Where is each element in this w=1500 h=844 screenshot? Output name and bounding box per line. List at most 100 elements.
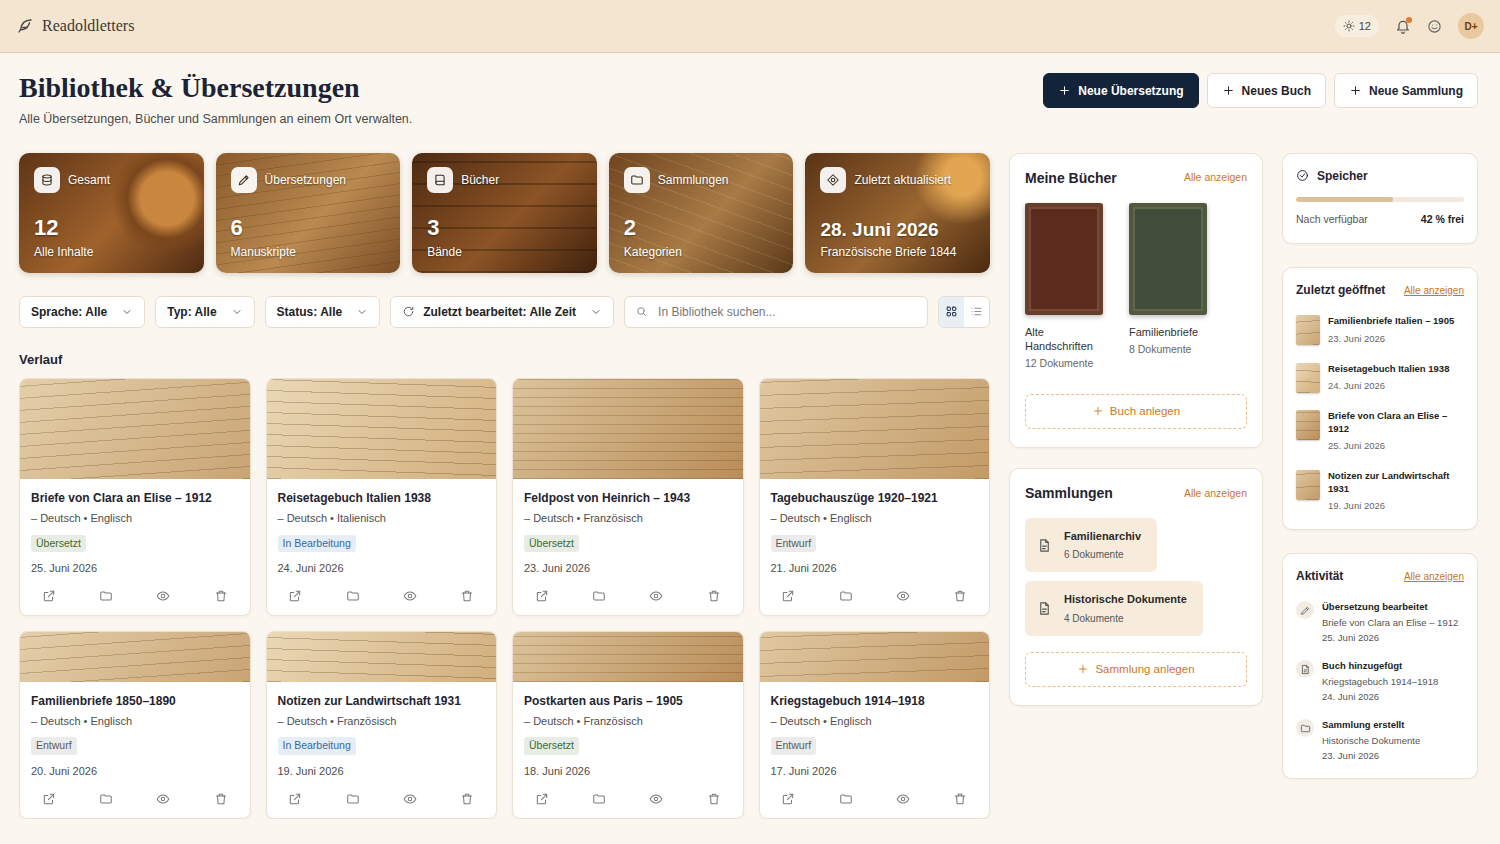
status-badge: Übersetzt xyxy=(31,535,86,553)
open-icon[interactable] xyxy=(781,589,795,603)
eye-icon[interactable] xyxy=(649,589,663,603)
refresh-icon xyxy=(402,305,415,318)
folder-icon[interactable] xyxy=(839,792,853,806)
book-item[interactable]: Familienbriefe8 Dokumente xyxy=(1129,203,1211,372)
collection-item[interactable]: Historische Dokumente4 Dokumente xyxy=(1025,581,1203,636)
open-icon[interactable] xyxy=(288,792,302,806)
book-item[interactable]: Alte Handschriften12 Dokumente xyxy=(1025,203,1107,372)
folder-icon[interactable] xyxy=(839,589,853,603)
eye-icon[interactable] xyxy=(156,792,170,806)
show-all-link[interactable]: Alle anzeigen xyxy=(1184,486,1247,502)
recent-item[interactable]: Reisetagebuch Italien 193824. Juni 2026 xyxy=(1296,363,1464,394)
credits-chip[interactable]: 12 xyxy=(1335,15,1379,38)
updated-icon xyxy=(826,173,840,187)
filter-dropdown[interactable]: Zuletzt bearbeitet: Alle Zeit xyxy=(390,296,614,328)
document-card[interactable]: Postkarten aus Paris – 1905– Deutsch • F… xyxy=(512,631,744,819)
folder-icon[interactable] xyxy=(99,792,113,806)
action-button[interactable]: Neue Übersetzung xyxy=(1043,73,1198,108)
recent-item[interactable]: Notizen zur Landwirtschaft 193119. Juni … xyxy=(1296,470,1464,513)
document-card[interactable]: Kriegstagebuch 1914–1918– Deutsch • Engl… xyxy=(759,631,991,819)
show-all-link[interactable]: Alle anzeigen xyxy=(1184,170,1247,186)
plus-icon xyxy=(1077,663,1089,675)
show-all-link[interactable]: Alle anzeigen xyxy=(1404,569,1464,584)
activity-list: Übersetzung bearbeitetBriefe von Clara a… xyxy=(1296,601,1464,762)
user-avatar[interactable]: D+ xyxy=(1458,13,1484,39)
eye-icon[interactable] xyxy=(649,792,663,806)
search-input[interactable] xyxy=(656,302,917,322)
sidebar-column: SpeicherNach verfügbar42 % freiZuletzt g… xyxy=(1282,153,1478,780)
folder-icon[interactable] xyxy=(99,589,113,603)
eye-icon[interactable] xyxy=(896,589,910,603)
document-card[interactable]: Familienbriefe 1850–1890– Deutsch • Engl… xyxy=(19,631,251,819)
eye-icon[interactable] xyxy=(896,792,910,806)
folder-icon[interactable] xyxy=(592,589,606,603)
eye-icon[interactable] xyxy=(403,589,417,603)
open-icon[interactable] xyxy=(288,589,302,603)
activity-title: Übersetzung bearbeitet xyxy=(1322,601,1458,613)
collection-item[interactable]: Familienarchiv6 Dokumente xyxy=(1025,518,1157,573)
action-button[interactable]: Neues Buch xyxy=(1207,73,1326,108)
collection-text: Familienarchiv6 Dokumente xyxy=(1064,528,1141,563)
collections-panel: SammlungenAlle anzeigenFamilienarchiv6 D… xyxy=(1009,468,1263,706)
open-icon[interactable] xyxy=(42,589,56,603)
stat-card[interactable]: Übersetzungen6Manuskripte xyxy=(216,153,401,273)
filter-dropdown[interactable]: Sprache: Alle xyxy=(19,296,145,328)
plus-icon xyxy=(1092,405,1104,417)
activity-item[interactable]: Buch hinzugefügtKriegstagebuch 1914–1918… xyxy=(1296,660,1464,703)
notifications-button[interactable] xyxy=(1395,18,1411,34)
filter-dropdown[interactable]: Typ: Alle xyxy=(155,296,254,328)
document-card[interactable]: Tagebuchauszüge 1920–1921– Deutsch • Eng… xyxy=(759,378,991,616)
folder-icon[interactable] xyxy=(346,589,360,603)
open-icon[interactable] xyxy=(535,589,549,603)
status-badge: Entwurf xyxy=(31,737,77,755)
open-icon[interactable] xyxy=(42,792,56,806)
add-book-button[interactable]: Buch anlegen xyxy=(1025,394,1247,429)
open-icon[interactable] xyxy=(781,792,795,806)
help-button[interactable] xyxy=(1427,19,1442,34)
document-card[interactable]: Notizen zur Landwirtschaft 1931– Deutsch… xyxy=(266,631,498,819)
recent-item[interactable]: Familienbriefe Italien – 190523. Juni 20… xyxy=(1296,315,1464,346)
document-actions xyxy=(513,780,743,818)
eye-icon[interactable] xyxy=(156,589,170,603)
trash-icon[interactable] xyxy=(953,792,967,806)
search-field[interactable] xyxy=(624,296,928,328)
activity-item[interactable]: Übersetzung bearbeitetBriefe von Clara a… xyxy=(1296,601,1464,644)
view-list-button[interactable] xyxy=(964,297,989,327)
document-card[interactable]: Reisetagebuch Italien 1938– Deutsch • It… xyxy=(266,378,498,616)
folder-icon[interactable] xyxy=(346,792,360,806)
action-button[interactable]: Neue Sammlung xyxy=(1334,73,1478,108)
storage-label: Nach verfügbar xyxy=(1296,212,1368,228)
trash-icon[interactable] xyxy=(460,792,474,806)
stat-card[interactable]: Bücher3Bände xyxy=(412,153,597,273)
trash-icon[interactable] xyxy=(707,792,721,806)
activity-item[interactable]: Sammlung erstelltHistorische Dokumente23… xyxy=(1296,719,1464,762)
document-card[interactable]: Briefe von Clara an Elise – 1912– Deutsc… xyxy=(19,378,251,616)
stat-card[interactable]: Zuletzt aktualisiert28. Juni 2026Französ… xyxy=(805,153,990,273)
feather-icon xyxy=(16,17,34,35)
activity-subject: Historische Dokumente xyxy=(1322,735,1420,747)
stat-label: Gesamt xyxy=(68,171,110,189)
open-icon[interactable] xyxy=(535,792,549,806)
filter-content: Status: Alle xyxy=(277,303,343,321)
eye-icon[interactable] xyxy=(403,792,417,806)
stat-card[interactable]: Gesamt 12Alle Inhalte xyxy=(19,153,204,273)
document-date: 23. Juni 2026 xyxy=(524,560,732,577)
trash-icon[interactable] xyxy=(214,589,228,603)
folder-icon[interactable] xyxy=(592,792,606,806)
trash-icon[interactable] xyxy=(707,589,721,603)
trash-icon[interactable] xyxy=(460,589,474,603)
recent-item[interactable]: Briefe von Clara an Elise – 191225. Juni… xyxy=(1296,410,1464,453)
view-grid-button[interactable] xyxy=(939,297,964,327)
trash-icon[interactable] xyxy=(953,589,967,603)
filter-dropdown[interactable]: Status: Alle xyxy=(265,296,381,328)
brand[interactable]: Readoldletters xyxy=(16,14,134,38)
trash-icon[interactable] xyxy=(214,792,228,806)
stat-body: 12Alle Inhalte xyxy=(34,215,190,260)
add-collection-button[interactable]: Sammlung anlegen xyxy=(1025,652,1247,687)
stat-card[interactable]: Sammlungen2Kategorien xyxy=(609,153,794,273)
book-cover xyxy=(1129,203,1207,315)
show-all-link[interactable]: Alle anzeigen xyxy=(1404,283,1464,298)
document-card[interactable]: Feldpost von Heinrich – 1943– Deutsch • … xyxy=(512,378,744,616)
document-title: Familienbriefe 1850–1890 xyxy=(31,694,239,709)
status-badge: In Bearbeitung xyxy=(278,535,356,553)
